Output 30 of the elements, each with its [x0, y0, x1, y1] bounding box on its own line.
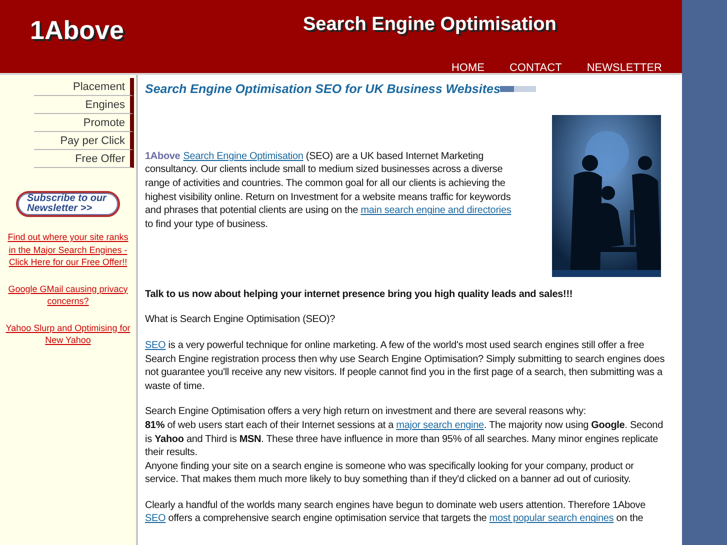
subscribe-button[interactable]: Subscribe to our Newsletter >>	[16, 191, 120, 217]
banner-title: Search Engine Optimisation	[303, 13, 556, 37]
text-link[interactable]: SEO	[145, 513, 166, 524]
fade-bar-icon	[500, 86, 536, 92]
sidebar-menu-item[interactable]: Engines	[34, 96, 134, 114]
body-paragraph: 81% of web users start each of their Internet sessions at a major search engine. The majority now using Google. Second is Yahoo and Third is MSN. These three have influence in more than 95% of all searches. Many minor engines replicate their results.	[145, 418, 664, 460]
sidebar-menu-item[interactable]: Free Offer	[34, 150, 134, 168]
sidebar-menu-item[interactable]: Placement	[34, 78, 134, 96]
text-link[interactable]: Search Engine Optimisation	[183, 150, 304, 162]
body-paragraph: SEO is a very powerful technique for online marketing. A few of the world's most used search engines still offer a free Search Engine registration process then why use Search Engine Optimisation? Simply submitting to search engines does not guarantee you'll receive any new visitors. If people cannot find you in the first page of a search, then submitting was a waste of time.	[145, 338, 666, 394]
body-paragraph: What is Search Engine Optimisation (SEO)?	[145, 313, 336, 327]
nav-link[interactable]: NEWSLETTER	[586, 60, 662, 76]
sidebar-link[interactable]: Yahoo Slurp and Optimising for New Yahoo	[4, 322, 132, 346]
page-heading: Search Engine Optimisation SEO for UK Business Websites	[145, 81, 500, 98]
sidebar-menu-item[interactable]: Pay per Click	[34, 132, 134, 150]
text-link[interactable]: main search engine and directories	[360, 205, 512, 216]
body-paragraph: Clearly a handful of the worlds many search engines have begun to dominate web users attention. Therefore 1Above SEO offers a comprehensive search engine optimisation service that targets the most popular search engines on the	[145, 498, 647, 526]
text-link[interactable]: most popular search engines	[489, 513, 614, 524]
body-paragraph: Search Engine Optimisation offers a very high return on investment and there are several reasons why:	[145, 405, 588, 419]
nav-link[interactable]: CONTACT	[509, 60, 562, 76]
sidebar-link[interactable]: Google GMail causing privacy concerns?	[4, 282, 132, 308]
body-paragraph: Talk to us now about helping your internet presence bring you high quality leads and sales!!!	[145, 288, 574, 302]
intro-paragraph: 1Above Search Engine Optimisation (SEO) are a UK based Internet Marketing consultancy. Our clients include small to medium sized businesses across a diverse range of activities and countries. The common goal for all our clients is achieving the highest visibility online. Return on Investment for a website means traffic for keywords and phrases that potential clients are using on the main search engine and directories to find your type of business.	[145, 150, 512, 232]
text-link[interactable]: SEO	[145, 340, 166, 351]
sidebar-menu-item[interactable]: Promote	[34, 114, 134, 132]
nav-link[interactable]: HOME	[451, 60, 484, 76]
sidebar-link[interactable]: Find out where your site ranks in the Major Search Engines - Click Here for our Free Offer!!	[4, 231, 132, 268]
site-logo[interactable]: 1Above	[30, 11, 124, 50]
body-paragraph: Anyone finding your site on a search engine is someone who was specifically looking for your company, product or service. That makes them much more likely to buy something than if they'd clicked on a banner ad out of curiosity.	[145, 460, 635, 487]
text-link[interactable]: major search engine	[396, 420, 484, 431]
